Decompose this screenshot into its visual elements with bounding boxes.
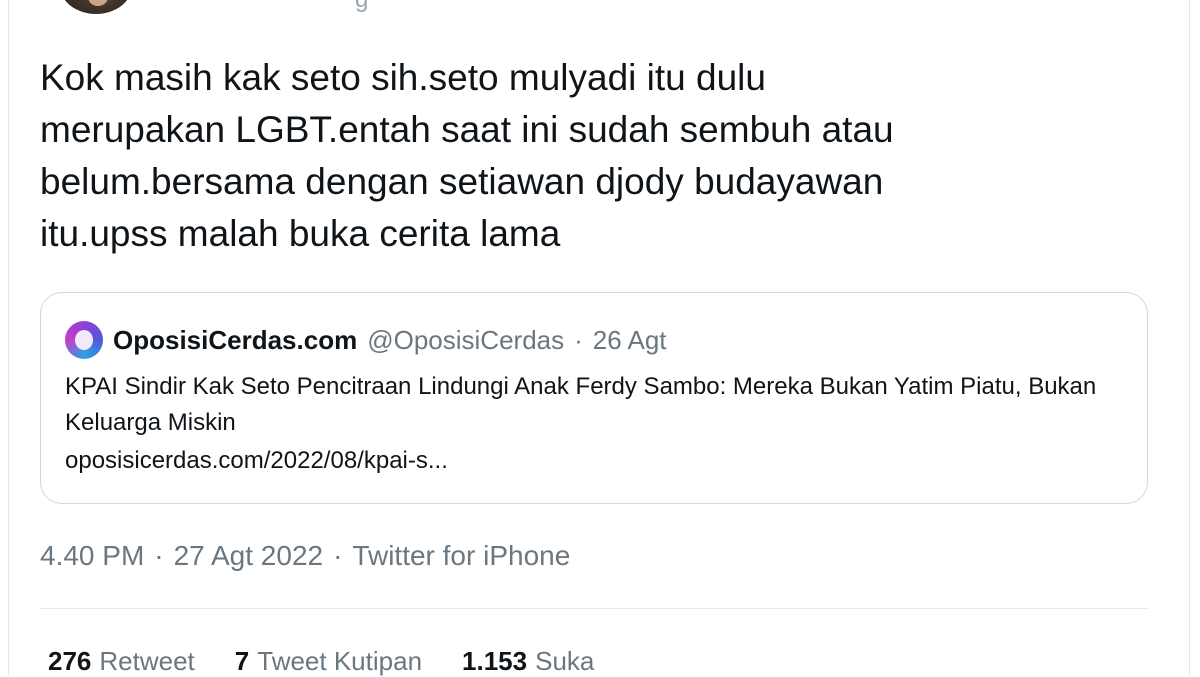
quoted-tweet-card[interactable]: OposisiCerdas.com @OposisiCerdas · 26 Ag… bbox=[40, 292, 1148, 504]
tweet-time[interactable]: 4.40 PM bbox=[40, 540, 144, 572]
tweet-text: Kok masih kak seto sih.seto mulyadi itu … bbox=[40, 57, 894, 254]
quoted-tweet-text: KPAI Sindir Kak Seto Pencitraan Lindungi… bbox=[65, 373, 1097, 436]
like-label: Suka bbox=[535, 646, 595, 676]
quoted-separator: · bbox=[574, 324, 583, 355]
quoted-author-avatar[interactable] bbox=[65, 321, 103, 359]
divider bbox=[40, 608, 1148, 609]
tweet-metadata: 4.40 PM · 27 Agt 2022 · Twitter for iPho… bbox=[40, 540, 570, 572]
retweet-count-link[interactable]: 276 Retweet bbox=[48, 646, 195, 677]
tweet-stats: 276 Retweet 7 Tweet Kutipan 1.153 Suka bbox=[48, 646, 594, 677]
quoted-tweet-header: OposisiCerdas.com @OposisiCerdas · 26 Ag… bbox=[65, 321, 667, 359]
like-count: 1.153 bbox=[462, 646, 528, 676]
like-count-link[interactable]: 1.153 Suka bbox=[462, 646, 594, 677]
quoted-date[interactable]: 26 Agt bbox=[593, 325, 667, 356]
meta-separator: · bbox=[333, 540, 343, 571]
frame-right-border bbox=[1189, 0, 1190, 675]
quoted-author-name[interactable]: OposisiCerdas.com bbox=[113, 325, 357, 356]
quote-count-link[interactable]: 7 Tweet Kutipan bbox=[235, 646, 422, 677]
frame-left-border bbox=[8, 0, 9, 675]
quote-label: Tweet Kutipan bbox=[257, 646, 423, 676]
retweet-label: Retweet bbox=[99, 646, 195, 676]
quoted-tweet-link[interactable]: oposisicerdas.com/2022/08/kpai-s... bbox=[65, 447, 448, 475]
quoted-author-handle[interactable]: @OposisiCerdas bbox=[367, 325, 564, 356]
retweet-count: 276 bbox=[48, 646, 92, 676]
quote-count: 7 bbox=[234, 646, 250, 676]
tweet-date[interactable]: 27 Agt 2022 bbox=[174, 540, 323, 572]
meta-separator: · bbox=[154, 540, 164, 571]
author-handle-clipped: g bbox=[355, 0, 369, 14]
author-avatar[interactable] bbox=[60, 0, 132, 14]
tweet-source[interactable]: Twitter for iPhone bbox=[352, 540, 570, 572]
